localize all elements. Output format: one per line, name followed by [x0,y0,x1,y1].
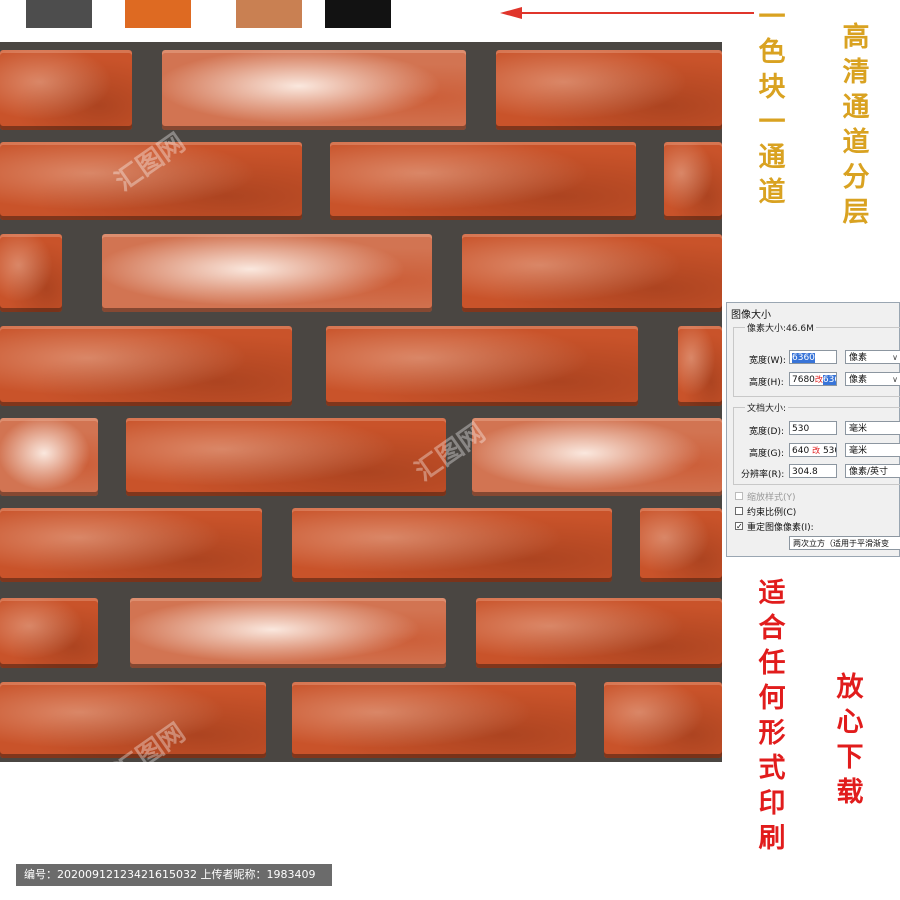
caption-suitable-any-print: 适 合 任 何 形 式 印 刷 [758,578,786,854]
brick [0,598,98,668]
height-unit-select[interactable]: 像素 ∨ [845,372,900,386]
width-unit-value: 像素 [849,353,868,363]
height-unit-value: 像素 [849,375,868,385]
width-unit-select[interactable]: 像素 ∨ [845,350,900,364]
scale-styles-label: 缩放样式(Y) [747,493,796,503]
doc-height-unit-select[interactable]: 毫米 [845,443,900,457]
scale-styles-checkbox[interactable] [735,492,743,500]
brick [0,234,62,312]
doc-height-label: 高度(G): [749,449,785,459]
caption-hd-channel-layers: 高 清 通 道 分 层 [842,22,870,228]
resolution-input[interactable]: 304.8 [789,464,837,478]
resolution-unit-value: 像素/英寸 [849,467,889,477]
doc-width-input[interactable]: 530 [789,421,837,435]
doc-height-old-value: 640 [792,446,810,456]
chevron-down-icon: ∨ [892,375,898,384]
caption-download-safely: 放 心 下 载 [836,672,864,808]
doc-width-label: 宽度(D): [749,427,784,437]
image-size-dialog: 图像大小 像素大小:46.6M 宽度(W): 6360 像素 ∨ 高度(H): … [726,302,900,557]
dialog-title: 图像大小 [731,310,771,321]
doc-height-change-mark: 改 [812,446,821,455]
brick [102,234,432,312]
brick [0,142,302,220]
brick [0,508,262,582]
brick [0,418,98,496]
brick [0,50,132,130]
width-value: 6360 [792,353,815,363]
swatch-gray [26,0,92,28]
brick [126,418,446,496]
doc-width-unit-select[interactable]: 毫米 [845,421,900,435]
swatch-orange [125,0,191,28]
brick [496,50,722,130]
brick [664,142,722,220]
brick [472,418,722,496]
height-old-value: 7680 [792,375,815,385]
resample-label: 重定图像像素(I): [747,523,814,533]
height-label: 高度(H): [749,378,784,388]
swatch-tan [236,0,302,28]
brick [0,326,292,406]
brick [678,326,722,406]
brick [292,508,612,582]
footer-info-bar: 编号：20200912123421615032 上传者昵称：1983409 [16,864,332,886]
brick [640,508,722,582]
brick [292,682,576,758]
doc-width-value: 530 [792,424,810,434]
width-input[interactable]: 6360 [789,350,837,364]
brick [604,682,722,758]
brick [330,142,636,220]
brick [130,598,446,668]
constrain-proportions-checkbox[interactable] [735,507,743,515]
height-input[interactable]: 7680改6360 [789,372,837,386]
brick [462,234,722,312]
resolution-unit-select[interactable]: 像素/英寸 [845,464,900,478]
constrain-proportions-label: 约束比例(C) [747,508,797,518]
resample-method-select[interactable]: 两次立方（适用于平滑渐变 [789,536,900,550]
resolution-value: 304.8 [792,467,818,477]
brick [326,326,638,406]
brick [0,682,266,758]
brick-wall-image: 汇图网 汇图网 汇图网 [0,42,722,762]
chevron-down-icon: ∨ [892,353,898,362]
resample-method-value: 两次立方（适用于平滑渐变 [793,539,889,548]
doc-height-value: 530 [822,446,836,456]
pixel-size-label: 像素大小:46.6M [745,321,816,334]
arrow-line [520,12,754,14]
resample-checkbox[interactable]: ✓ [735,522,743,531]
resolution-label: 分辨率(R): [741,470,785,480]
arrow-left-icon [500,7,522,19]
width-label: 宽度(W): [749,356,786,366]
brick [476,598,722,668]
document-size-label: 文档大小: [745,401,789,414]
brick [162,50,466,130]
height-value: 6360 [822,375,836,385]
doc-height-input[interactable]: 640 改 530 [789,443,837,457]
height-change-mark: 改 [814,375,823,384]
caption-one-block-one-channel: 一 色 块 一 通 道 [758,2,786,208]
swatch-black [325,0,391,28]
doc-width-unit-value: 毫米 [849,424,868,434]
doc-height-unit-value: 毫米 [849,446,868,456]
